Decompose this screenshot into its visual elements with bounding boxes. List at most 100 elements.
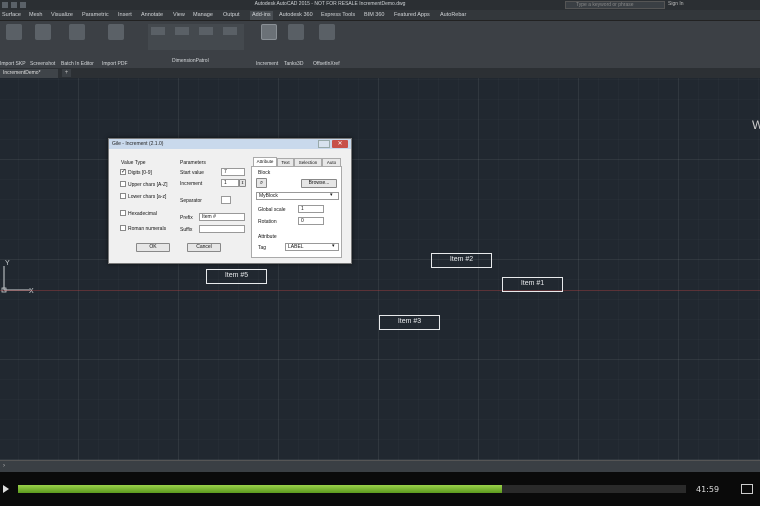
play-icon[interactable]	[3, 485, 9, 493]
sign-in-link[interactable]: Sign In	[668, 1, 684, 7]
tab-output[interactable]: Output	[223, 12, 240, 18]
tab-insert[interactable]: Insert	[118, 12, 132, 18]
suffix-label: Suffix	[180, 227, 193, 233]
tanks3d-icon	[288, 24, 304, 40]
svg-text:Y: Y	[5, 260, 10, 267]
block-item-3[interactable]: Item #3	[379, 315, 440, 330]
viewcube-icon[interactable]: W	[752, 118, 760, 132]
time-display: 41:59	[696, 485, 720, 494]
dimension-patrol-icon[interactable]	[151, 27, 165, 35]
file-tab-incrementdemo[interactable]: IncrementDemo*	[0, 69, 58, 78]
prefix-input[interactable]: Item #	[199, 213, 245, 221]
window-title: Autodesk AutoCAD 2015 - NOT FOR RESALE I…	[254, 1, 406, 7]
import-pdf-icon	[108, 24, 124, 40]
tag-select[interactable]: LABEL	[285, 243, 339, 251]
tab-surface[interactable]: Surface	[2, 12, 21, 18]
tag-label: Tag	[258, 245, 267, 251]
tab-attribute[interactable]: Attribute	[253, 157, 277, 166]
block-item-2[interactable]: Item #2	[431, 253, 492, 268]
batch-in-editor-button[interactable]: Batch In Editor	[61, 24, 94, 67]
offset-xref-icon	[319, 24, 335, 40]
tab-auto[interactable]: Auto	[322, 158, 341, 166]
open-icon[interactable]	[11, 2, 17, 8]
ucs-icon: Y X	[1, 260, 34, 295]
ribbon-panel: Import SKP Screenshot Batch In Editor Im…	[0, 21, 760, 68]
digits-label: Digits [0-9]	[128, 170, 152, 176]
x-axis-line	[0, 290, 760, 291]
import-pdf-button[interactable]: Import PDF	[102, 24, 128, 67]
save-icon[interactable]	[20, 2, 26, 8]
rotation-label: Rotation	[258, 219, 277, 225]
new-icon[interactable]	[2, 2, 8, 8]
tab-text[interactable]: Text	[277, 158, 294, 166]
increment-button[interactable]: Increment	[256, 24, 279, 67]
global-scale-input[interactable]: 1	[298, 205, 324, 213]
tab-selection[interactable]: Selection	[294, 158, 322, 166]
tab-view[interactable]: View	[173, 12, 185, 18]
dimension-patrol-label: DimensionPatrol	[172, 58, 209, 64]
browse-button[interactable]: Browse...	[301, 179, 337, 188]
tab-add-ins[interactable]: Add-ins	[250, 11, 273, 20]
minimize-button[interactable]	[318, 140, 330, 148]
fullscreen-icon[interactable]	[741, 484, 753, 494]
dimension-check-icon[interactable]	[175, 27, 189, 35]
pick-block-icon[interactable]: ⌕	[256, 178, 267, 188]
rotation-input[interactable]: 0	[298, 217, 324, 225]
close-button[interactable]: ✕	[332, 140, 348, 148]
ok-button[interactable]: OK	[136, 243, 170, 252]
offset-in-xref-button[interactable]: OffsetInXref	[313, 24, 340, 67]
separator-input[interactable]	[221, 196, 231, 204]
global-scale-label: Global scale	[258, 207, 286, 213]
import-skp-button[interactable]: Import SKP	[0, 24, 26, 67]
command-line[interactable]: ›	[0, 460, 760, 472]
start-value-label: Start value	[180, 170, 204, 176]
screenshot-button[interactable]: Screenshot	[30, 24, 55, 67]
dialog-title: Gile - Increment (2.1.0)	[109, 139, 351, 149]
tab-express-tools[interactable]: Express Tools	[321, 12, 355, 18]
attribute-tab-pane: Block ⌕ Browse... MyBlock ▾ Global scale…	[251, 166, 342, 258]
block-select[interactable]: MyBlock	[256, 192, 339, 200]
digits-checkbox[interactable]	[120, 168, 126, 175]
suffix-input[interactable]	[199, 225, 245, 233]
increment-stepper[interactable]: ⇕	[239, 179, 246, 187]
hexadecimal-label: Hexadecimal	[128, 211, 157, 217]
tab-bim-360[interactable]: BIM 360	[364, 12, 384, 18]
block-item-1[interactable]: Item #1	[502, 277, 563, 292]
roman-numerals-checkbox[interactable]	[120, 225, 126, 231]
file-tab-bar: IncrementDemo* +	[0, 68, 760, 78]
block-item-5[interactable]: Item #5	[206, 269, 267, 284]
hexadecimal-checkbox[interactable]	[120, 210, 126, 216]
new-tab-button[interactable]: +	[62, 69, 71, 77]
lower-chars-checkbox[interactable]	[120, 193, 126, 199]
increment-label: Increment	[180, 181, 203, 187]
increment-dialog: Gile - Increment (2.1.0) ✕ Value Type Di…	[108, 138, 352, 264]
tanks3d-button[interactable]: Tanks3D	[284, 24, 306, 67]
upper-chars-label: Upper chars [A-Z]	[128, 182, 168, 188]
tab-manage[interactable]: Manage	[193, 12, 213, 18]
value-type-label: Value Type	[121, 160, 146, 166]
search-input[interactable]: Type a keyword or phrase	[565, 1, 665, 9]
tab-annotate[interactable]: Annotate	[141, 12, 163, 18]
tab-autodesk-360[interactable]: Autodesk 360	[279, 12, 313, 18]
progress-track[interactable]	[18, 485, 686, 493]
dimension-fix-icon[interactable]	[199, 27, 213, 35]
increment-input[interactable]: 1	[221, 179, 239, 187]
tab-parametric[interactable]: Parametric	[82, 12, 109, 18]
tab-autorebar[interactable]: AutoRebar	[440, 12, 466, 18]
progress-fill	[18, 485, 503, 493]
cancel-button[interactable]: Cancel	[187, 243, 221, 252]
upper-chars-checkbox[interactable]	[120, 181, 126, 187]
drawing-canvas[interactable]: Y X Item #5 Item #2 Item #1 Item #3 W	[0, 78, 760, 460]
video-player-bar: 41:59	[0, 472, 760, 506]
tag-chevron-down-icon: ▾	[332, 243, 335, 249]
tab-featured-apps[interactable]: Featured Apps	[394, 12, 430, 18]
start-value-input[interactable]: 7	[221, 168, 245, 176]
screenshot-icon	[35, 24, 51, 40]
import-skp-icon	[6, 24, 22, 40]
parameters-label: Parameters	[180, 160, 206, 166]
prefix-label: Prefix	[180, 215, 193, 221]
tab-visualize[interactable]: Visualize	[51, 12, 73, 18]
block-label: Block	[258, 170, 271, 176]
tab-mesh[interactable]: Mesh	[29, 12, 42, 18]
dimension-settings-icon[interactable]	[223, 27, 237, 35]
